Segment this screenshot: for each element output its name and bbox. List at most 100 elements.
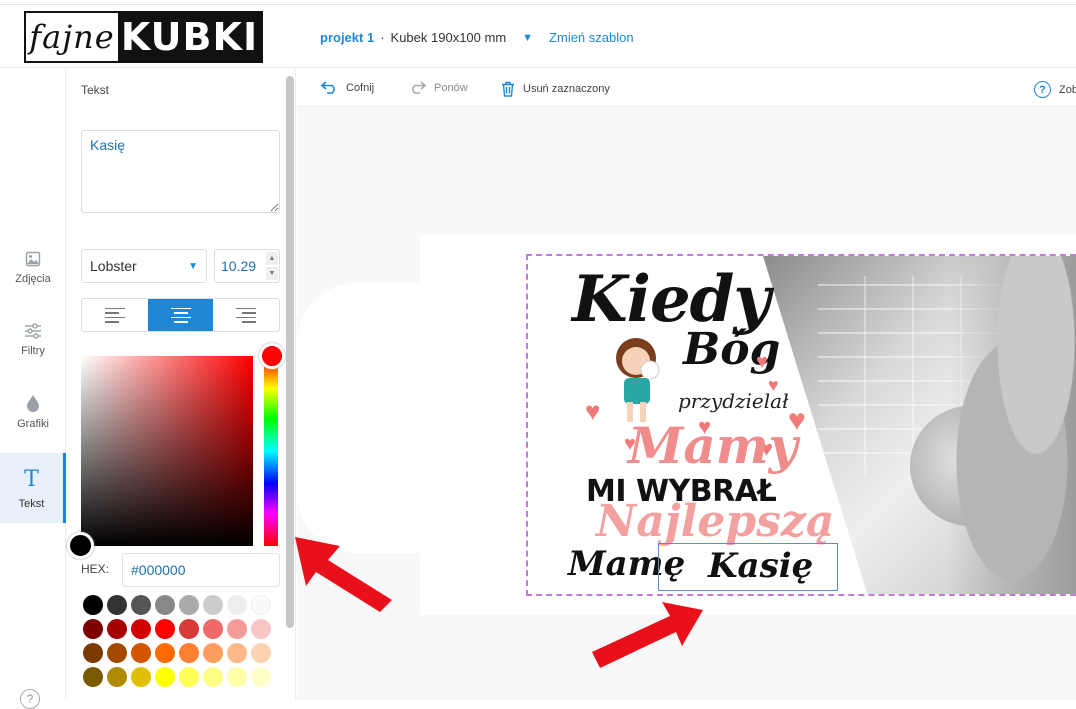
color-swatch[interactable]	[179, 619, 199, 639]
color-swatch[interactable]	[83, 619, 103, 639]
color-swatch[interactable]	[83, 595, 103, 615]
product-name: Kubek 190x100 mm	[390, 30, 507, 45]
color-swatch[interactable]	[203, 595, 223, 615]
color-swatch[interactable]	[179, 595, 199, 615]
color-swatch[interactable]	[227, 667, 247, 687]
color-swatch[interactable]	[155, 595, 175, 615]
color-swatch[interactable]	[203, 643, 223, 663]
editor-toolbar: Cofnij Ponów Usuń zaznaczony ? Zob	[297, 69, 1076, 107]
color-swatch[interactable]	[155, 667, 175, 687]
design-text-mamy[interactable]: Mamy	[628, 416, 798, 475]
stepper-down-icon[interactable]: ▼	[266, 267, 278, 280]
align-right-icon	[236, 307, 257, 323]
project-separator: ·	[380, 30, 385, 45]
logo-text-fajne: fajne	[26, 13, 118, 61]
heart-icon: ♥	[585, 396, 601, 426]
color-swatch[interactable]	[203, 619, 223, 639]
stepper-up-icon[interactable]: ▲	[266, 252, 278, 265]
project-info: projekt 1 · Kubek 190x100 mm ▼ Zmień sza…	[320, 30, 634, 45]
align-right-button[interactable]	[213, 299, 279, 331]
mug-design[interactable]: Kiedy Bóg przydzielał ♥ ♥ ♥ ♥ ♥ ♥ ♥ Mamy…	[526, 254, 1076, 596]
top-border	[0, 0, 1076, 5]
align-center-icon	[170, 307, 191, 323]
panel-title: Tekst	[81, 83, 110, 97]
design-text-najlepsza[interactable]: Najlepszą	[596, 496, 834, 547]
project-name[interactable]: projekt 1	[320, 30, 374, 45]
rail-label: Grafiki	[17, 418, 49, 430]
rail-item-tekst[interactable]: T Tekst	[0, 453, 66, 523]
undo-button[interactable]: Cofnij	[321, 81, 374, 94]
logo-text-kubki: KUBKI	[118, 13, 261, 61]
drop-icon	[27, 395, 39, 412]
logo[interactable]: fajne KUBKI	[24, 11, 263, 63]
help-icon[interactable]: ?	[20, 689, 40, 709]
color-swatch[interactable]	[107, 595, 127, 615]
trash-icon	[502, 81, 514, 97]
font-size-stepper[interactable]: ▲ ▼	[266, 252, 278, 280]
color-swatch[interactable]	[227, 595, 247, 615]
color-swatch[interactable]	[131, 595, 151, 615]
color-swatch[interactable]	[107, 643, 127, 663]
color-swatch[interactable]	[155, 619, 175, 639]
rail-label: Zdjęcia	[15, 273, 51, 285]
mother-figure	[948, 256, 1076, 594]
question-icon: ?	[1034, 81, 1051, 98]
color-swatch[interactable]	[155, 643, 175, 663]
redo-icon	[412, 81, 426, 94]
color-swatch[interactable]	[203, 667, 223, 687]
color-swatch[interactable]	[251, 619, 271, 639]
color-swatch[interactable]	[227, 619, 247, 639]
sliders-icon	[25, 323, 41, 339]
font-select[interactable]: Lobster ▼	[81, 249, 207, 283]
delete-label: Usuń zaznaczony	[523, 83, 610, 95]
font-size-value: 10.29	[221, 258, 257, 274]
color-swatch[interactable]	[179, 643, 199, 663]
color-swatch[interactable]	[251, 595, 271, 615]
font-size-input[interactable]: 10.29 ▲ ▼	[214, 249, 280, 283]
text-panel: Tekst Lobster ▼ 10.29 ▲ ▼ HEX: #000000	[66, 69, 296, 700]
undo-label: Cofnij	[346, 81, 375, 94]
hex-label: HEX:	[81, 562, 110, 576]
preview-button[interactable]: ? Zob	[1034, 81, 1076, 98]
color-swatch[interactable]	[251, 667, 271, 687]
image-icon	[25, 251, 41, 267]
rail-item-filtry[interactable]: Filtry	[0, 305, 66, 375]
color-swatch[interactable]	[83, 667, 103, 687]
arrow-annotation-right	[592, 602, 703, 668]
color-swatch[interactable]	[107, 619, 127, 639]
heart-icon: ♥	[756, 351, 768, 373]
color-swatch[interactable]	[83, 643, 103, 663]
color-swatch[interactable]	[107, 667, 127, 687]
align-center-button[interactable]	[147, 299, 214, 331]
redo-label: Ponów	[434, 81, 468, 94]
girl-illustration[interactable]	[610, 336, 670, 426]
heart-icon: ♥	[768, 375, 779, 395]
hex-input[interactable]: #000000	[122, 553, 280, 587]
chevron-down-icon[interactable]: ▼	[522, 32, 533, 44]
change-template-link[interactable]: Zmień szablon	[549, 30, 634, 45]
text-align-group	[81, 298, 280, 332]
color-swatch[interactable]	[251, 643, 271, 663]
hue-slider[interactable]	[264, 356, 278, 546]
color-swatch[interactable]	[179, 667, 199, 687]
rail-item-zdjecia[interactable]: Zdjęcia	[0, 233, 66, 303]
color-swatches	[81, 593, 281, 689]
color-saturation-picker[interactable]	[81, 356, 253, 546]
undo-icon	[321, 81, 335, 94]
header: fajne KUBKI projekt 1 · Kubek 190x100 mm…	[0, 6, 1076, 68]
design-text-kasie[interactable]: Kasię	[708, 546, 813, 586]
hue-slider-handle[interactable]	[259, 343, 285, 369]
preview-label: Zob	[1059, 83, 1076, 96]
color-picker-handle[interactable]	[67, 532, 94, 559]
color-swatch[interactable]	[227, 643, 247, 663]
rail-label: Tekst	[18, 497, 45, 510]
text-input[interactable]	[81, 130, 280, 213]
redo-button[interactable]: Ponów	[409, 81, 468, 94]
align-left-button[interactable]	[82, 299, 148, 331]
rail-item-grafiki[interactable]: Grafiki	[0, 377, 66, 447]
color-swatch[interactable]	[131, 643, 151, 663]
color-swatch[interactable]	[131, 667, 151, 687]
color-swatch[interactable]	[131, 619, 151, 639]
rail-label: Filtry	[21, 345, 45, 357]
delete-selected-button[interactable]: Usuń zaznaczony	[501, 81, 610, 97]
